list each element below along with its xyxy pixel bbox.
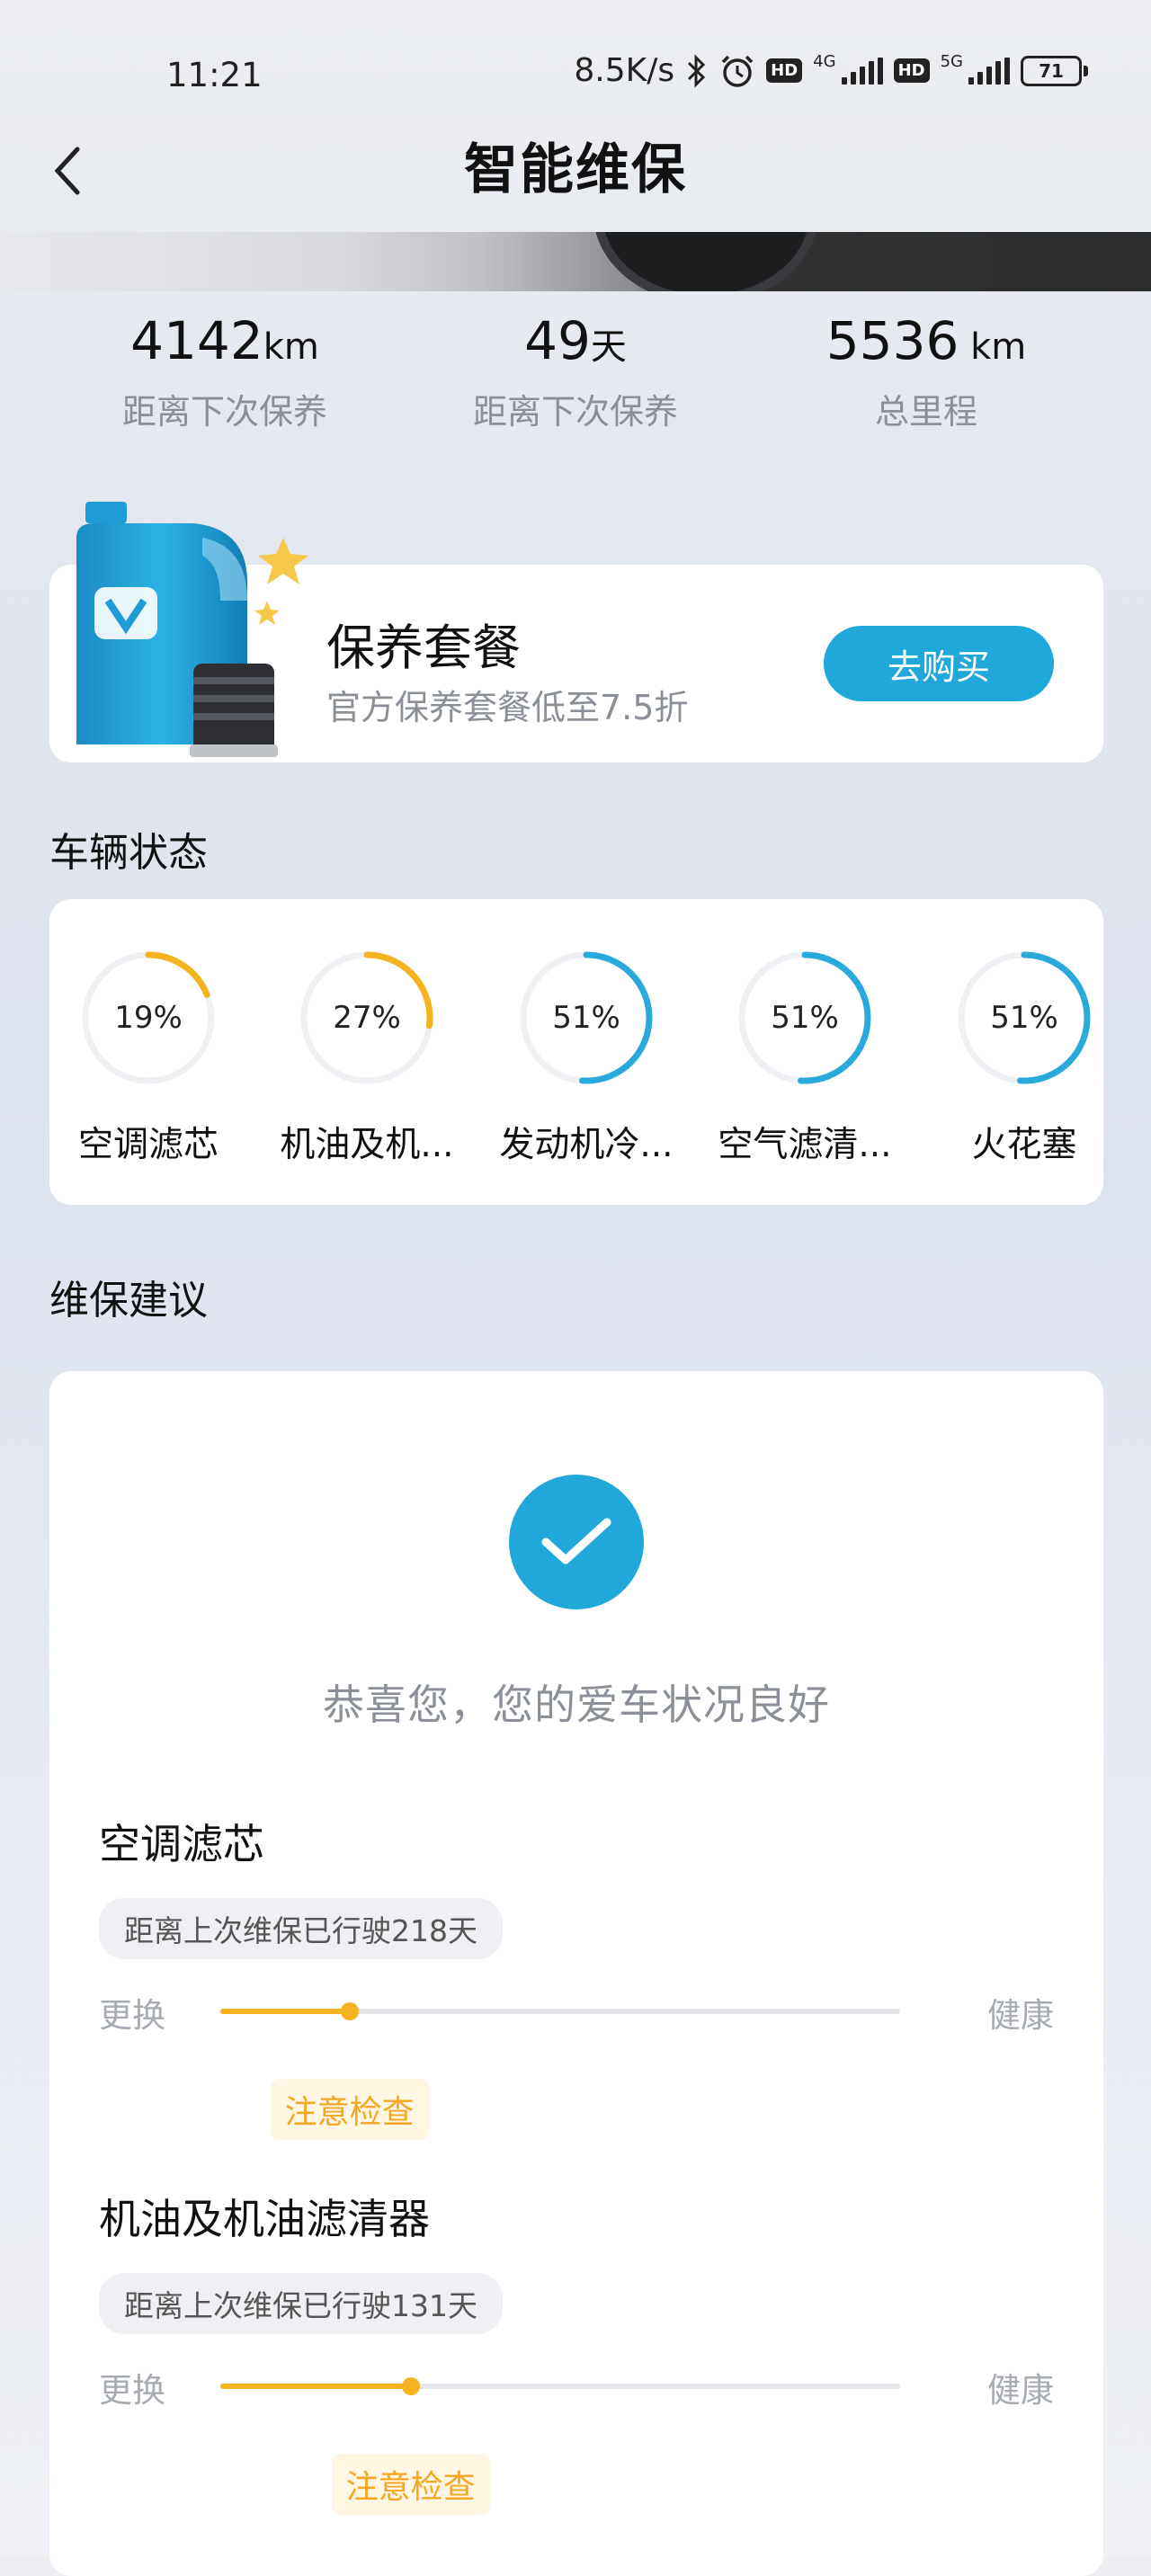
status-gauge[interactable]: 51% 火花塞 xyxy=(934,946,1103,1167)
network-type: 5G xyxy=(940,52,963,71)
status-gauge[interactable]: 51% 发动机冷... xyxy=(496,946,676,1167)
vehicle-status-card[interactable]: 19% 空调滤芯 27% 机油及机... 51% 发动机冷... 51% 空气滤清... 51%… xyxy=(49,899,1103,1205)
stat-total-mileage: 5536 km 总里程 xyxy=(825,310,1027,432)
gauge-percent: 51% xyxy=(552,1000,620,1036)
gauge-label: 机油及机... xyxy=(280,1125,454,1165)
bluetooth-icon xyxy=(688,53,706,88)
car-image xyxy=(0,232,1151,291)
advice-item: 机油及机油滤清器 距离上次维保已行驶131天 更换 注意检查 健康 xyxy=(99,2187,1054,2515)
car-wheel-icon xyxy=(593,232,818,291)
page-title: 智能维保 xyxy=(464,138,687,201)
warning-tag: 注意检查 xyxy=(270,2079,429,2140)
advice-item-pill: 距离上次维保已行驶131天 xyxy=(99,2273,503,2334)
congrats-message: 恭喜您，您的爱车状况良好 xyxy=(323,1680,830,1729)
network-type: 4G xyxy=(813,52,836,71)
gauge-label: 火花塞 xyxy=(971,1125,1077,1165)
status-gauge[interactable]: 51% 空气滤清... xyxy=(715,946,895,1167)
alarm-icon xyxy=(721,55,754,87)
gauge-percent: 51% xyxy=(771,1000,839,1036)
gauge-label: 空调滤芯 xyxy=(77,1125,219,1165)
slider-track: 注意检查 xyxy=(220,2377,900,2515)
gauge-percent: 19% xyxy=(114,1000,183,1036)
battery-level: 71 xyxy=(1021,55,1082,86)
oil-bottle-icon xyxy=(67,502,337,762)
vehicle-status-title: 车辆状态 xyxy=(49,830,208,876)
package-title: 保养套餐 xyxy=(326,619,521,676)
health-slider: 更换 注意检查 健康 xyxy=(99,1977,1054,2140)
slider-right-label: 健康 xyxy=(987,2371,1054,2410)
warning-tag: 注意检查 xyxy=(331,2454,490,2515)
advice-item-name: 机油及机油滤清器 xyxy=(99,2195,430,2243)
gauge-percent: 51% xyxy=(990,1000,1058,1036)
status-gauge[interactable]: 27% 机油及机... xyxy=(277,946,457,1167)
status-gauge[interactable]: 19% 空调滤芯 xyxy=(58,946,238,1167)
slider-track: 注意检查 xyxy=(220,2002,900,2140)
battery-icon: 71 xyxy=(1021,55,1088,86)
slider-fill xyxy=(220,2384,411,2389)
hd-badge: HD xyxy=(766,58,803,83)
advice-item-pill: 距离上次维保已行驶218天 xyxy=(99,1898,503,1959)
advice-title: 维保建议 xyxy=(49,1278,208,1324)
gauge-label: 空气滤清... xyxy=(718,1125,892,1165)
stat-mileage-remaining: 4142km 距离下次保养 xyxy=(121,310,327,432)
slider-right-label: 健康 xyxy=(987,1996,1054,2035)
net-speed: 8.5K/s xyxy=(574,52,675,89)
hd-badge: HD xyxy=(893,58,930,83)
status-time: 11:21 xyxy=(166,56,263,94)
buy-button[interactable]: 去购买 xyxy=(824,626,1054,701)
health-slider: 更换 注意检查 健康 xyxy=(99,2352,1054,2515)
stat-days-remaining: 49天 距离下次保养 xyxy=(472,310,678,432)
gauge-percent: 27% xyxy=(333,1000,401,1036)
slider-knob xyxy=(401,2377,420,2395)
slider-knob xyxy=(340,2002,359,2020)
slider-left-label: 更换 xyxy=(99,2371,165,2410)
maintenance-package-card[interactable]: 保养套餐 官方保养套餐低至7.5折 去购买 xyxy=(49,502,1103,762)
slider-left-label: 更换 xyxy=(99,1996,165,2035)
signal-icon xyxy=(968,57,1010,85)
signal-icon xyxy=(841,57,883,85)
package-subtitle: 官方保养套餐低至7.5折 xyxy=(326,688,689,727)
advice-card: 恭喜您，您的爱车状况良好 空调滤芯 距离上次维保已行驶218天 更换 注意检查 … xyxy=(49,1371,1103,2576)
advice-item: 空调滤芯 距离上次维保已行驶218天 更换 注意检查 健康 xyxy=(99,1812,1054,2140)
checkmark-icon xyxy=(509,1475,644,1609)
gauge-label: 发动机冷... xyxy=(499,1125,674,1165)
advice-item-name: 空调滤芯 xyxy=(99,1820,264,1868)
slider-fill xyxy=(220,2009,350,2014)
status-indicators: 8.5K/s HD 4G HD 5G 71 xyxy=(574,52,1088,89)
